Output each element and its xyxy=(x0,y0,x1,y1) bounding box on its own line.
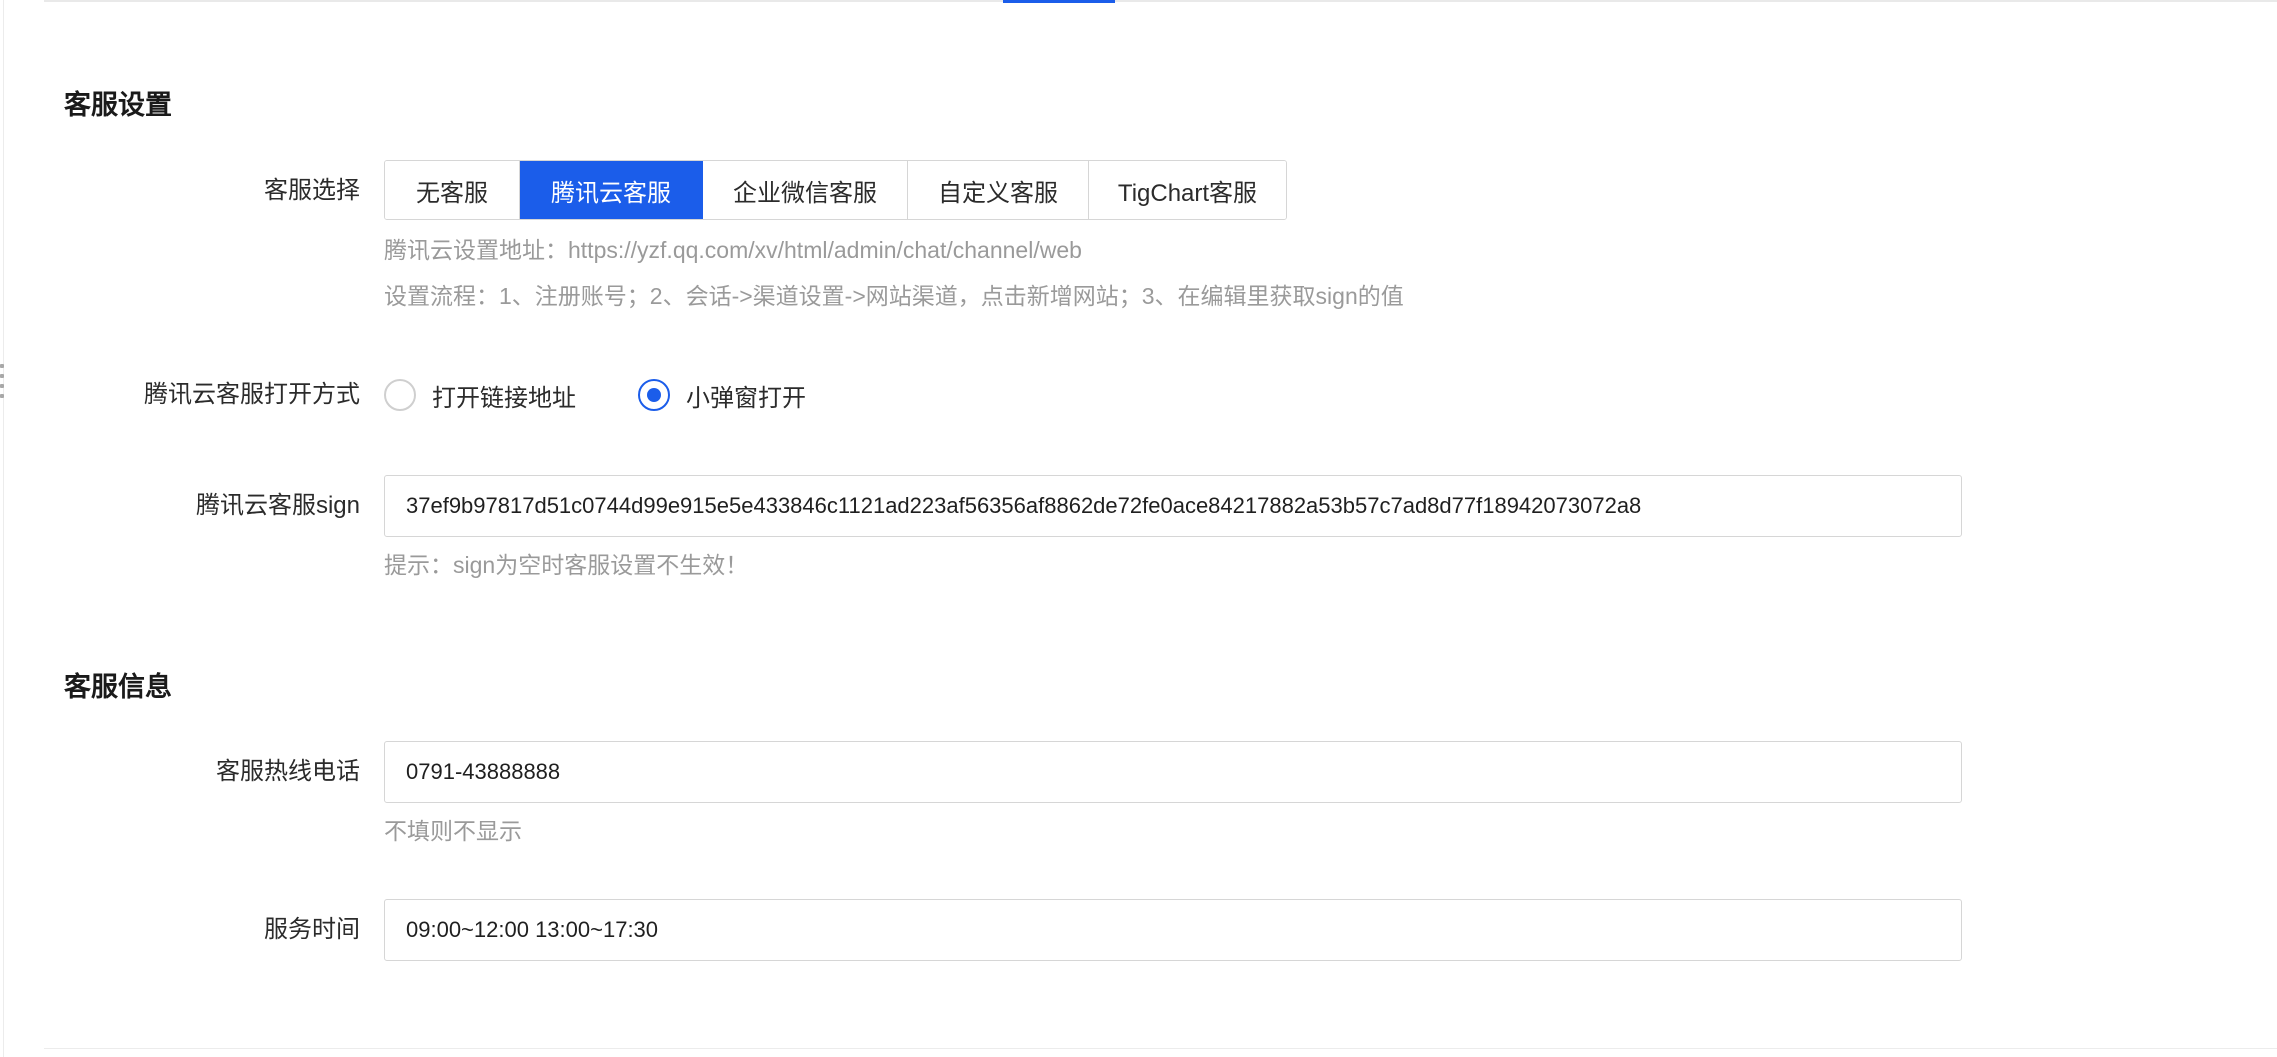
service-time-input[interactable] xyxy=(384,899,1962,961)
service-option-wecom[interactable]: 企业微信客服 xyxy=(703,161,908,219)
section-title-info: 客服信息 xyxy=(64,672,172,702)
service-type-segmented-control: 无客服 腾讯云客服 企业微信客服 自定义客服 TigChart客服 xyxy=(384,160,1287,220)
sign-input[interactable] xyxy=(384,475,1962,537)
hotline-hint: 不填则不显示 xyxy=(384,818,522,844)
service-option-tencent-cloud[interactable]: 腾讯云客服 xyxy=(520,161,703,219)
service-time-label: 服务时间 xyxy=(264,916,360,943)
hotline-input[interactable] xyxy=(384,741,1962,803)
drag-handle-icon[interactable] xyxy=(0,364,5,398)
customer-service-settings-page: 客服设置 客服选择 无客服 腾讯云客服 企业微信客服 自定义客服 TigChar… xyxy=(0,0,2277,1057)
active-tab-indicator xyxy=(1003,0,1115,3)
radio-checked-icon[interactable] xyxy=(638,379,670,411)
radio-open-link-label[interactable]: 打开链接地址 xyxy=(432,378,576,413)
radio-unchecked-icon[interactable] xyxy=(384,379,416,411)
help-settings-flow: 设置流程：1、注册账号；2、会话->渠道设置->网站渠道，点击新增网站；3、在编… xyxy=(384,283,1404,309)
sign-label: 腾讯云客服sign xyxy=(195,492,360,519)
hotline-label: 客服热线电话 xyxy=(216,758,360,785)
sign-hint: 提示：sign为空时客服设置不生效！ xyxy=(384,552,749,578)
service-option-none[interactable]: 无客服 xyxy=(385,161,520,219)
service-option-tigchart[interactable]: TigChart客服 xyxy=(1089,161,1286,219)
service-option-custom[interactable]: 自定义客服 xyxy=(908,161,1089,219)
section-title-settings: 客服设置 xyxy=(64,90,172,120)
radio-open-link[interactable]: 打开链接地址 xyxy=(384,378,576,413)
help-settings-address: 腾讯云设置地址：https://yzf.qq.com/xv/html/admin… xyxy=(384,237,1082,263)
bottom-divider xyxy=(44,1048,2277,1049)
radio-popup-window-label[interactable]: 小弹窗打开 xyxy=(686,378,806,413)
service-select-label: 客服选择 xyxy=(264,177,360,204)
open-mode-radio-group: 打开链接地址 小弹窗打开 xyxy=(384,377,806,413)
top-tab-bar-border xyxy=(44,0,2277,2)
left-divider xyxy=(3,0,4,1057)
radio-popup-window[interactable]: 小弹窗打开 xyxy=(638,378,806,413)
open-mode-label: 腾讯云客服打开方式 xyxy=(144,381,360,408)
